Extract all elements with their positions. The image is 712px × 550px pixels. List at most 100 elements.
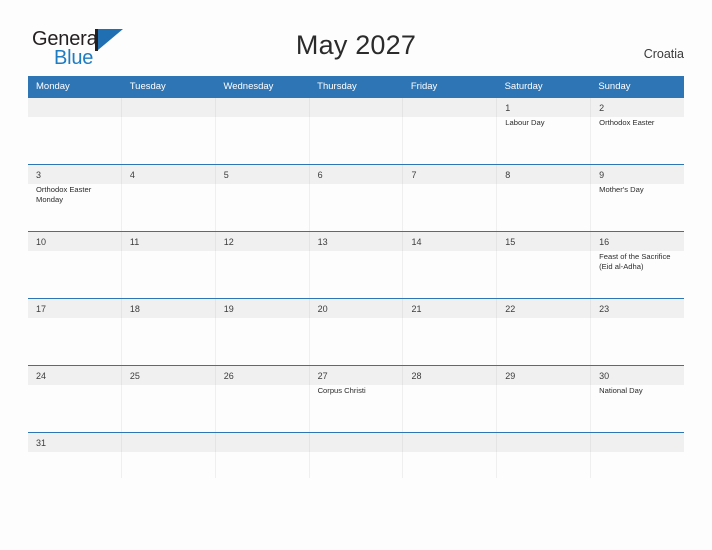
- day-cell[interactable]: Mother's Day: [590, 184, 684, 231]
- day-number[interactable]: 9: [590, 165, 684, 184]
- day-number[interactable]: 16: [590, 232, 684, 251]
- day-number[interactable]: 1: [496, 98, 590, 117]
- day-number[interactable]: 7: [402, 165, 496, 184]
- day-number[interactable]: 4: [120, 165, 215, 184]
- day-number[interactable]: 5: [214, 165, 309, 184]
- day-number[interactable]: 18: [120, 299, 215, 318]
- day-cell[interactable]: Feast of the Sacrifice (Eid al-Adha): [590, 251, 684, 298]
- day-cell[interactable]: [308, 251, 403, 298]
- day-number[interactable]: [28, 98, 121, 117]
- event-label: Orthodox Easter Monday: [36, 185, 92, 204]
- day-number[interactable]: 6: [308, 165, 403, 184]
- week-day-numbers: 24 25 26 27 28 29 30: [28, 366, 684, 385]
- day-cell[interactable]: Labour Day: [496, 117, 590, 164]
- day-cell[interactable]: [308, 452, 403, 478]
- day-number[interactable]: 15: [496, 232, 590, 251]
- day-cell[interactable]: [308, 117, 403, 164]
- day-cell[interactable]: [120, 318, 215, 365]
- week-day-numbers: 31: [28, 433, 684, 452]
- event-label: National Day: [599, 386, 643, 395]
- day-number[interactable]: [496, 433, 590, 452]
- day-number[interactable]: 29: [496, 366, 590, 385]
- day-cell[interactable]: Orthodox Easter: [590, 117, 684, 164]
- day-cell[interactable]: [214, 452, 309, 478]
- day-cell[interactable]: [214, 251, 309, 298]
- day-number[interactable]: 13: [308, 232, 403, 251]
- day-number[interactable]: 2: [590, 98, 684, 117]
- day-number[interactable]: 10: [28, 232, 121, 251]
- day-cell[interactable]: [214, 184, 309, 231]
- week-day-numbers: 3 4 5 6 7 8 9: [28, 165, 684, 184]
- day-cell[interactable]: [120, 452, 215, 478]
- week-row: 1 2 Labour Day Orthodox Easter: [28, 97, 684, 164]
- day-number[interactable]: 30: [590, 366, 684, 385]
- day-number[interactable]: 21: [402, 299, 496, 318]
- day-cell[interactable]: [120, 184, 215, 231]
- week-day-numbers: 17 18 19 20 21 22 23: [28, 299, 684, 318]
- day-cell[interactable]: [28, 251, 121, 298]
- day-number[interactable]: 31: [28, 433, 121, 452]
- day-number[interactable]: 26: [214, 366, 309, 385]
- day-cell[interactable]: [28, 318, 121, 365]
- day-cell[interactable]: Corpus Christi: [308, 385, 403, 432]
- week-events: Orthodox Easter Monday Mother's Day: [28, 184, 684, 231]
- day-cell[interactable]: [308, 318, 403, 365]
- day-cell[interactable]: [28, 385, 121, 432]
- day-number[interactable]: 19: [214, 299, 309, 318]
- day-number[interactable]: [308, 433, 403, 452]
- day-number[interactable]: 24: [28, 366, 121, 385]
- weekday-header-wednesday: Wednesday: [223, 81, 274, 92]
- day-number[interactable]: 25: [120, 366, 215, 385]
- day-cell[interactable]: [120, 117, 215, 164]
- day-cell[interactable]: [402, 452, 496, 478]
- day-number[interactable]: 12: [214, 232, 309, 251]
- day-number[interactable]: [120, 433, 215, 452]
- day-cell[interactable]: Orthodox Easter Monday: [28, 184, 121, 231]
- day-number[interactable]: 23: [590, 299, 684, 318]
- weekday-header-monday: Monday: [36, 81, 70, 92]
- day-cell[interactable]: [214, 318, 309, 365]
- day-cell[interactable]: [402, 251, 496, 298]
- day-number[interactable]: 20: [308, 299, 403, 318]
- day-cell[interactable]: [214, 385, 309, 432]
- day-number[interactable]: 8: [496, 165, 590, 184]
- day-cell[interactable]: [308, 184, 403, 231]
- day-cell[interactable]: National Day: [590, 385, 684, 432]
- day-cell[interactable]: [590, 452, 684, 478]
- day-cell[interactable]: [28, 452, 121, 478]
- day-number[interactable]: 14: [402, 232, 496, 251]
- day-cell[interactable]: [496, 452, 590, 478]
- day-cell[interactable]: [402, 318, 496, 365]
- day-cell[interactable]: [496, 251, 590, 298]
- day-number[interactable]: 11: [120, 232, 215, 251]
- day-cell[interactable]: [590, 318, 684, 365]
- day-cell[interactable]: [28, 117, 121, 164]
- day-number[interactable]: 28: [402, 366, 496, 385]
- day-number[interactable]: 17: [28, 299, 121, 318]
- week-row: 24 25 26 27 28 29 30 Corpus Christi Nati…: [28, 365, 684, 432]
- day-cell[interactable]: [402, 117, 496, 164]
- day-number[interactable]: 27: [308, 366, 403, 385]
- day-cell[interactable]: [496, 184, 590, 231]
- day-cell[interactable]: [402, 385, 496, 432]
- day-number[interactable]: 22: [496, 299, 590, 318]
- event-label: Labour Day: [505, 118, 545, 127]
- day-number[interactable]: [308, 98, 403, 117]
- day-cell[interactable]: [214, 117, 309, 164]
- day-number[interactable]: [590, 433, 684, 452]
- week-events: Feast of the Sacrifice (Eid al-Adha): [28, 251, 684, 298]
- week-row: 10 11 12 13 14 15 16 Feast of the Sacrif…: [28, 231, 684, 298]
- weekday-header-thursday: Thursday: [317, 81, 357, 92]
- day-number[interactable]: 3: [28, 165, 121, 184]
- day-cell[interactable]: [402, 184, 496, 231]
- day-number[interactable]: [214, 433, 309, 452]
- day-number[interactable]: [402, 433, 496, 452]
- week-row: 17 18 19 20 21 22 23: [28, 298, 684, 365]
- day-cell[interactable]: [120, 251, 215, 298]
- day-cell[interactable]: [120, 385, 215, 432]
- day-cell[interactable]: [496, 385, 590, 432]
- day-number[interactable]: [214, 98, 309, 117]
- day-number[interactable]: [120, 98, 215, 117]
- day-number[interactable]: [402, 98, 496, 117]
- day-cell[interactable]: [496, 318, 590, 365]
